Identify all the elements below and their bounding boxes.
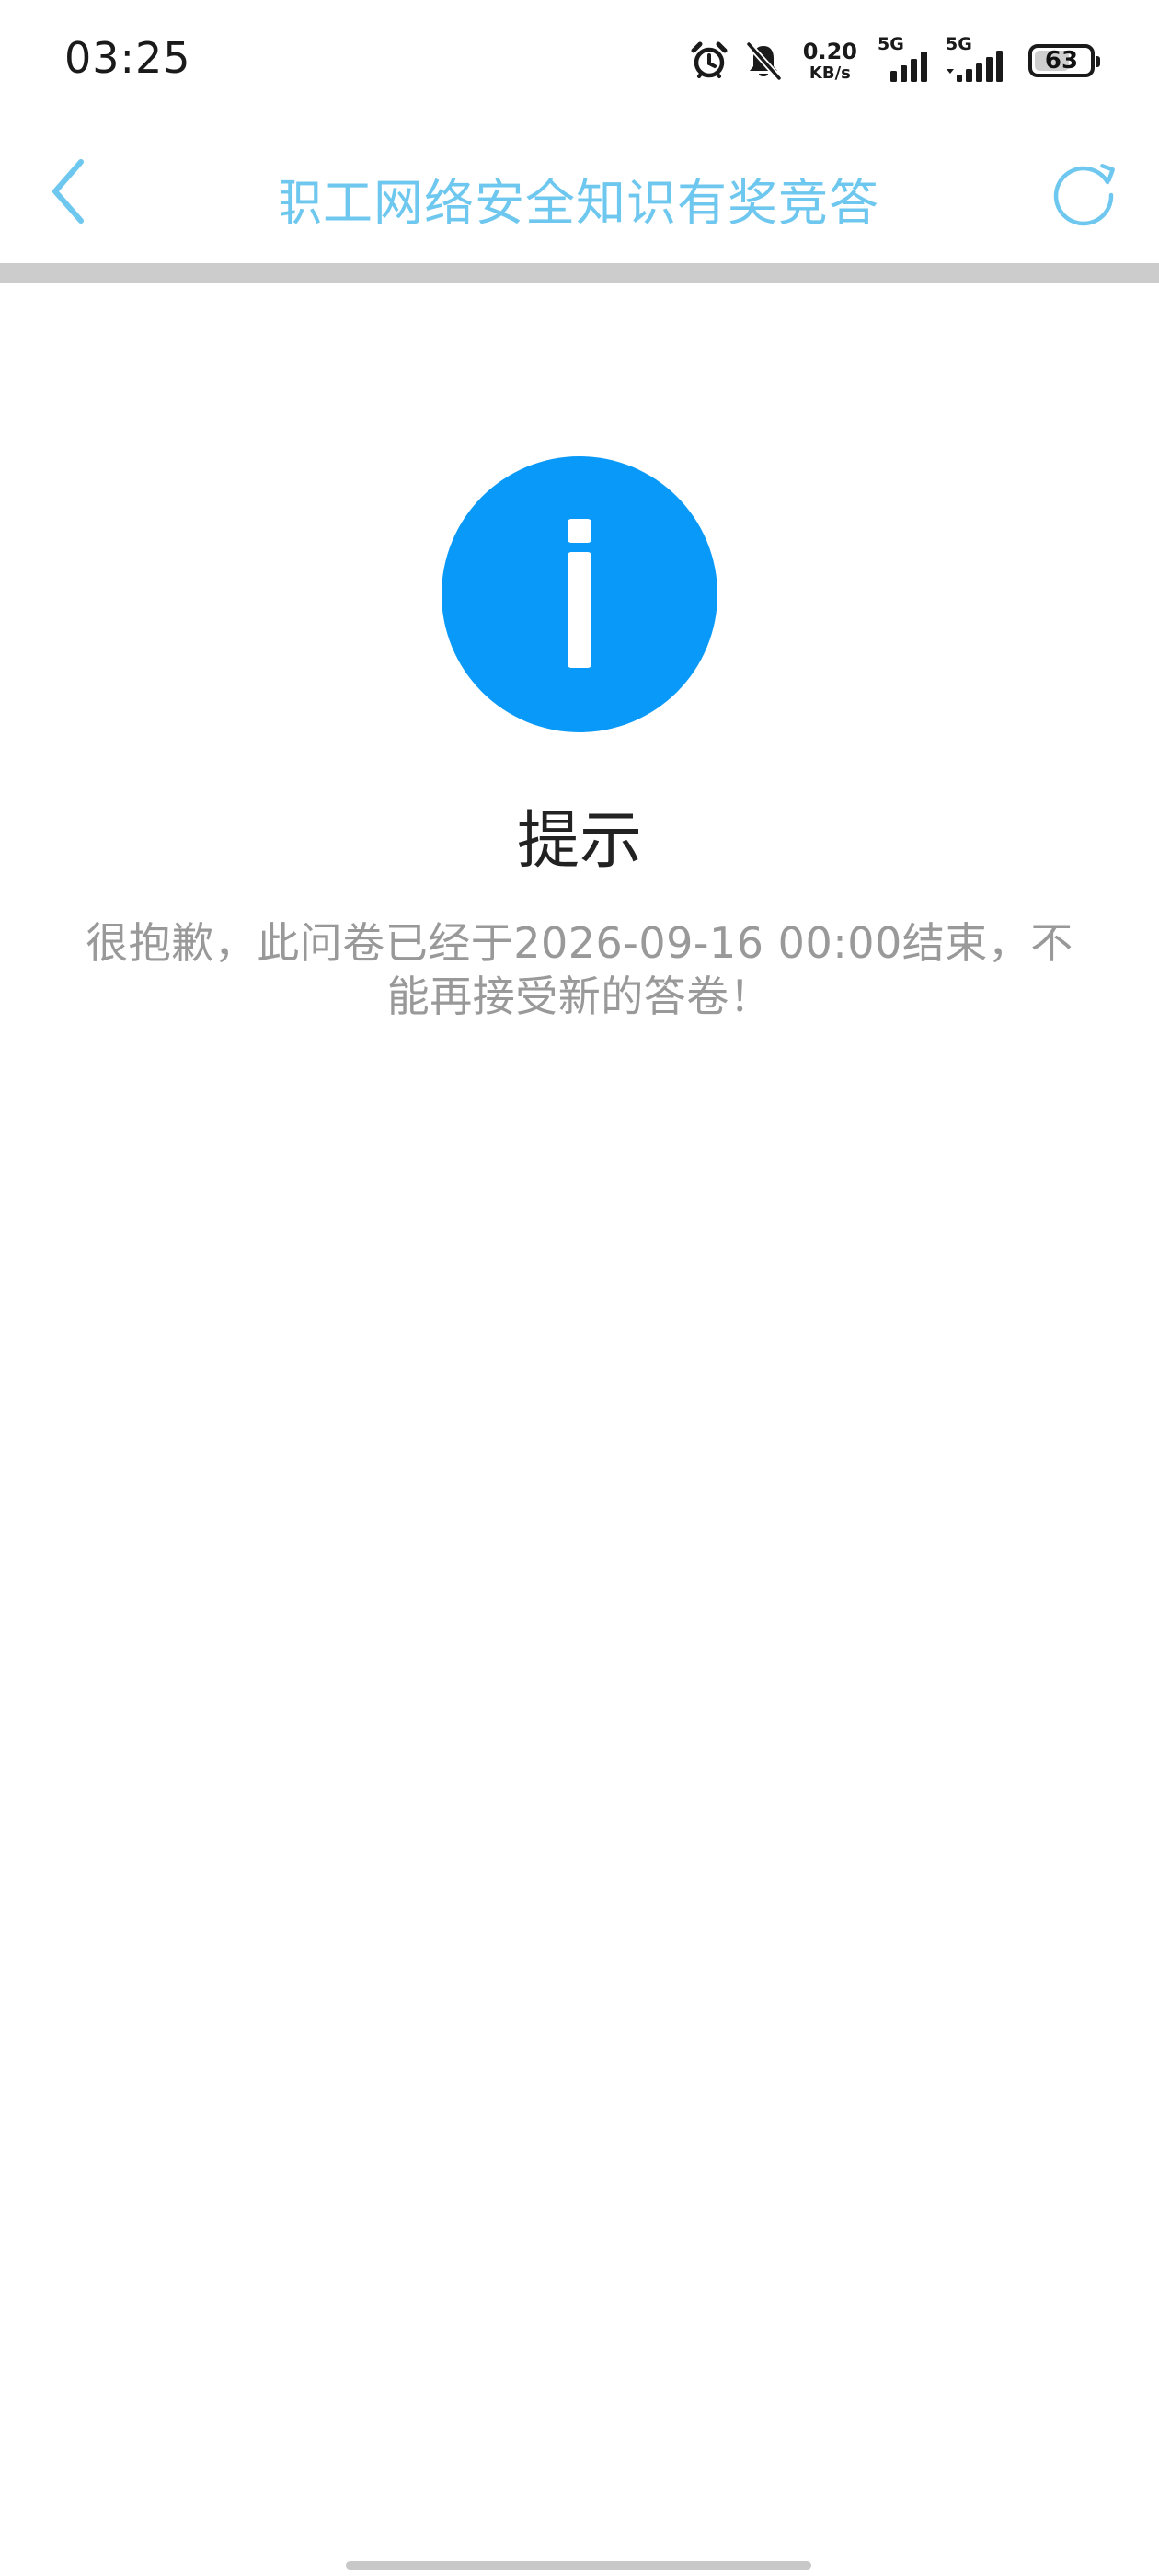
refresh-icon	[1053, 164, 1115, 226]
sim1-signal: 5G	[878, 34, 931, 84]
battery-level: 63	[1044, 47, 1079, 75]
refresh-button[interactable]	[1045, 153, 1122, 230]
network-speed-value: 0.20	[802, 38, 857, 64]
info-icon	[442, 456, 717, 732]
sim2-signal: 5G	[946, 34, 1008, 84]
nav-title-container: 职工网络安全知识有奖竞答	[281, 153, 879, 230]
home-indicator[interactable]	[346, 2561, 811, 2570]
bell-muted-icon	[744, 40, 783, 81]
network-speed: 0.20 KB/s	[803, 40, 857, 82]
notice-title: 提示	[516, 805, 642, 878]
nav-divider	[0, 263, 1159, 283]
status-icons: 0.20 KB/s 5G 5G 63	[689, 34, 1100, 86]
survey-closed-screen: 03:25 0.20 KB/s 5G 5G 63 职工网络安全知识有奖竞答 提示…	[0, 0, 1159, 2576]
chevron-left-icon	[52, 159, 84, 224]
nav-bar: 职工网络安全知识有奖竞答	[0, 120, 1159, 263]
alarm-icon	[689, 40, 729, 81]
page-title: 职工网络安全知识有奖竞答	[281, 174, 879, 230]
notice-message: 很抱歉，此问卷已经于2026-09-16 00:00结束，不能再接受新的答卷！	[86, 918, 1073, 1021]
back-button[interactable]	[31, 155, 105, 228]
sim1-network-label: 5G	[878, 34, 904, 54]
status-time: 03:25	[64, 33, 191, 83]
network-speed-unit: KB/s	[809, 63, 851, 83]
sim2-network-label: 5G	[946, 34, 972, 54]
status-bar: 03:25 0.20 KB/s 5G 5G 63	[0, 0, 1159, 120]
battery-icon: 63	[1028, 44, 1100, 77]
